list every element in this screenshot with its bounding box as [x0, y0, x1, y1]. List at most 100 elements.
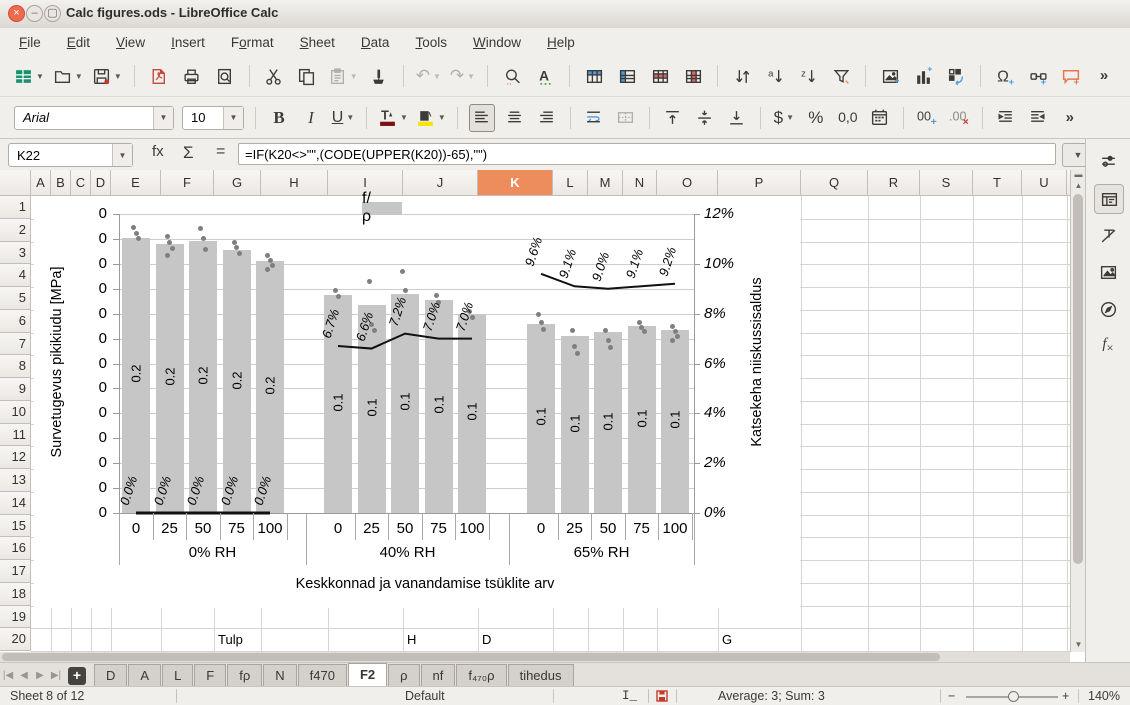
- delete-columns-button[interactable]: [681, 63, 705, 89]
- insert-columns-button[interactable]: [615, 63, 639, 89]
- font-size-box[interactable]: 10▼: [182, 106, 244, 130]
- dropdown-arrow-icon[interactable]: ▼: [36, 72, 44, 81]
- center-vertically-button[interactable]: [693, 105, 717, 131]
- sheet-nav-next-icon[interactable]: ▶: [32, 665, 48, 687]
- spreadsheet-grid[interactable]: ABCDEFGHIJKLMNOPQRSTUV123456789101112131…: [0, 170, 1070, 662]
- spelling-button[interactable]: A: [533, 63, 557, 89]
- properties-icon[interactable]: [1094, 184, 1124, 214]
- sheet-tab-ρ[interactable]: ρ: [388, 664, 419, 687]
- minimize-button[interactable]: –: [26, 5, 43, 22]
- sheet-tab-tihedus[interactable]: tihedus: [508, 664, 574, 687]
- font-color-button[interactable]: T▼: [378, 105, 408, 131]
- dropdown-arrow-icon[interactable]: ▼: [114, 72, 122, 81]
- column-header-T[interactable]: T: [973, 170, 1022, 196]
- print-preview-button[interactable]: [213, 63, 237, 89]
- sheet-tab-fρ[interactable]: fρ: [227, 664, 262, 687]
- italic-button[interactable]: I: [299, 105, 323, 131]
- decrease-indent-button[interactable]: [1026, 105, 1050, 131]
- add-decimal-button[interactable]: 00+: [915, 105, 939, 131]
- dropdown-arrow-icon[interactable]: ▼: [438, 113, 446, 122]
- zoom-slider-handle[interactable]: [1008, 691, 1019, 702]
- insert-comment-button[interactable]: +: [1059, 63, 1083, 89]
- zoom-out-icon[interactable]: −: [948, 689, 955, 703]
- underline-button[interactable]: U▼: [331, 105, 355, 131]
- menu-help[interactable]: Help: [534, 31, 588, 54]
- name-box[interactable]: K22 ▼: [8, 143, 133, 167]
- cell-G20[interactable]: Tulp: [218, 632, 243, 647]
- column-header-B[interactable]: B: [51, 170, 71, 196]
- column-header-R[interactable]: R: [868, 170, 920, 196]
- row-header-3[interactable]: 3: [0, 242, 31, 265]
- column-header-D[interactable]: D: [91, 170, 111, 196]
- column-header-M[interactable]: M: [588, 170, 623, 196]
- insert-image-button[interactable]: [878, 63, 902, 89]
- sheet-tab-f₄₇₀ρ[interactable]: f₄₇₀ρ: [456, 664, 506, 687]
- dropdown-arrow-icon[interactable]: ▼: [350, 72, 358, 81]
- zoom-in-icon[interactable]: +: [1062, 689, 1069, 703]
- format-currency-button[interactable]: $▼: [772, 105, 796, 131]
- align-bottom-button[interactable]: [725, 105, 749, 131]
- functions-icon[interactable]: f×: [1094, 332, 1122, 360]
- save-button[interactable]: ▼: [92, 63, 122, 89]
- function-wizard-icon[interactable]: fx: [152, 143, 164, 160]
- column-header-E[interactable]: E: [111, 170, 161, 196]
- format-percent-button[interactable]: %: [804, 105, 828, 131]
- menu-view[interactable]: View: [103, 31, 158, 54]
- close-button[interactable]: ×: [8, 5, 25, 22]
- delete-rows-button[interactable]: [648, 63, 672, 89]
- find-replace-button[interactable]: [500, 63, 524, 89]
- row-header-2[interactable]: 2: [0, 219, 31, 242]
- hscroll-thumb[interactable]: [2, 653, 940, 661]
- sheet-tab-A[interactable]: A: [128, 664, 161, 687]
- delete-decimal-button[interactable]: .00×: [947, 105, 971, 131]
- sort-ascending-button[interactable]: a: [763, 63, 787, 89]
- open-button[interactable]: ▼: [53, 63, 83, 89]
- gallery-icon[interactable]: [1094, 258, 1122, 286]
- column-header-C[interactable]: C: [71, 170, 91, 196]
- row-header-10[interactable]: 10: [0, 401, 31, 424]
- navigator-icon[interactable]: [1094, 295, 1122, 323]
- sheet-nav-first-icon[interactable]: |◀: [0, 665, 16, 687]
- cell-J20[interactable]: H: [407, 632, 416, 647]
- hyperlink-button[interactable]: +: [1026, 63, 1050, 89]
- row-header-12[interactable]: 12: [0, 446, 31, 469]
- scroll-up-icon[interactable]: ▲: [1071, 181, 1086, 190]
- sort-button[interactable]: [730, 63, 754, 89]
- column-header-K[interactable]: K: [478, 170, 553, 196]
- page-style[interactable]: Default: [405, 689, 445, 703]
- formula-input[interactable]: =IF(K20<>"",(CODE(UPPER(K20))-65),""): [238, 143, 1056, 165]
- row-header-9[interactable]: 9: [0, 378, 31, 401]
- row-header-16[interactable]: 16: [0, 537, 31, 560]
- menu-edit[interactable]: Edit: [54, 31, 103, 54]
- sheet-nav-last-icon[interactable]: ▶|: [48, 665, 64, 687]
- zoom-level[interactable]: 140%: [1088, 689, 1120, 703]
- format-date-button[interactable]: [868, 105, 892, 131]
- font-size-dropdown[interactable]: ▼: [223, 107, 243, 129]
- sort-descending-button[interactable]: z: [796, 63, 820, 89]
- scroll-down-icon[interactable]: ▼: [1071, 640, 1086, 649]
- row-header-17[interactable]: 17: [0, 560, 31, 583]
- row-header-11[interactable]: 11: [0, 424, 31, 447]
- row-header-13[interactable]: 13: [0, 469, 31, 492]
- maximize-button[interactable]: ▢: [44, 5, 61, 22]
- bold-button[interactable]: B: [267, 105, 291, 131]
- sheet-tab-L[interactable]: L: [162, 664, 193, 687]
- column-header-P[interactable]: P: [718, 170, 801, 196]
- row-header-14[interactable]: 14: [0, 492, 31, 515]
- row-header-4[interactable]: 4: [0, 264, 31, 287]
- sheet-tab-N[interactable]: N: [263, 664, 296, 687]
- insert-chart-button[interactable]: [911, 63, 935, 89]
- menu-tools[interactable]: Tools: [402, 31, 460, 54]
- new-document-button[interactable]: ▼: [14, 63, 44, 89]
- format-number-button[interactable]: 0,0: [836, 105, 860, 131]
- sheet-tab-f470[interactable]: f470: [298, 664, 347, 687]
- column-header-N[interactable]: N: [623, 170, 657, 196]
- align-center-button[interactable]: [503, 105, 527, 131]
- column-header-H[interactable]: H: [261, 170, 328, 196]
- dropdown-arrow-icon[interactable]: ▼: [786, 113, 794, 122]
- dropdown-arrow-icon[interactable]: ▼: [346, 113, 354, 122]
- row-header-7[interactable]: 7: [0, 333, 31, 356]
- font-name-box[interactable]: Arial▼: [14, 106, 174, 130]
- row-header-19[interactable]: 19: [0, 606, 31, 629]
- grid-corner[interactable]: [0, 170, 31, 196]
